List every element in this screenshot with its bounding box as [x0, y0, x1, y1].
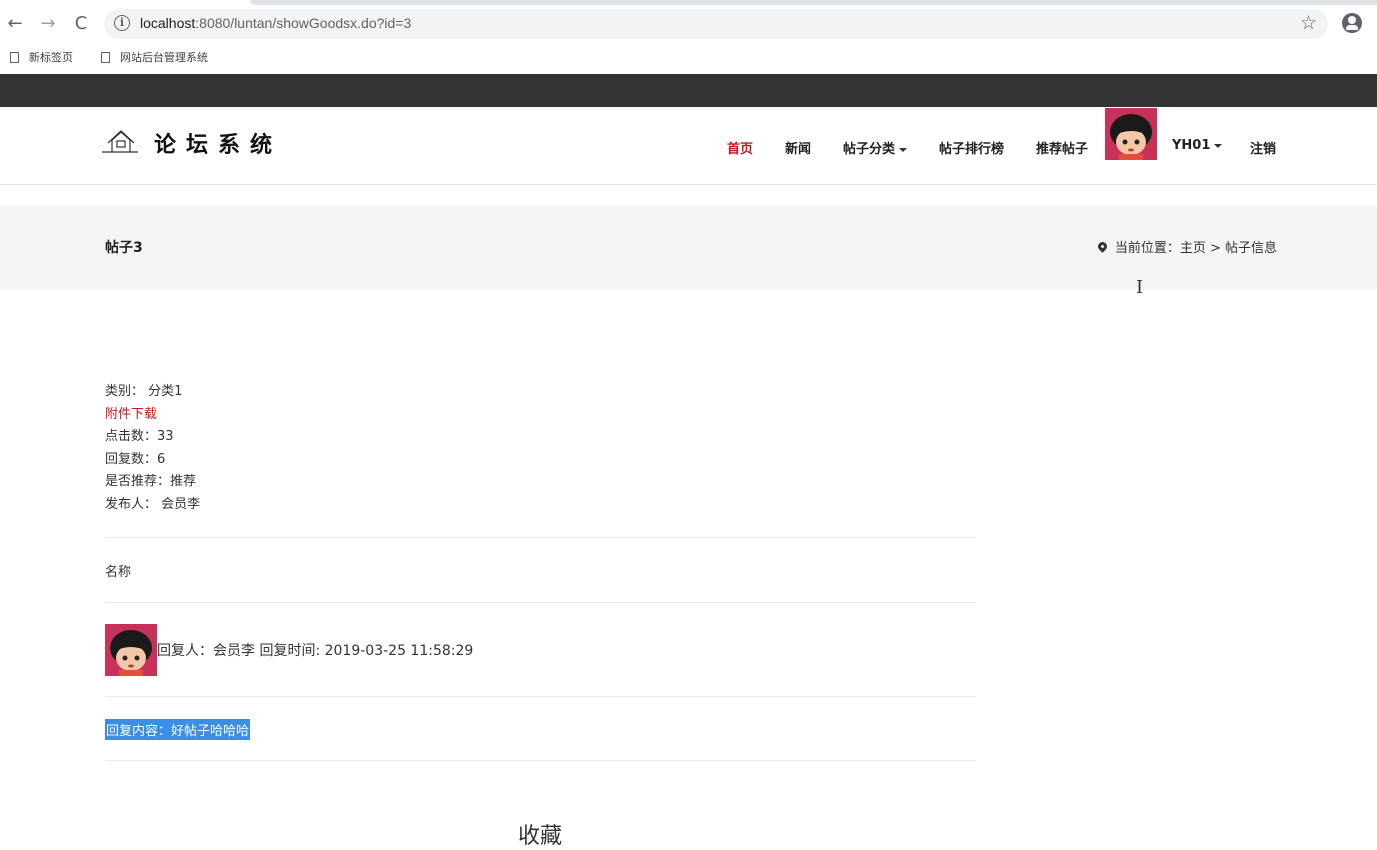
house-icon	[102, 130, 138, 153]
breadcrumb-text[interactable]: 当前位置：主页 > 帖子信息	[1115, 237, 1277, 256]
post-recommended: 是否推荐：推荐	[105, 474, 197, 489]
bookmark-label: 网站后台管理系统	[120, 51, 208, 64]
divider	[105, 537, 976, 538]
nav-categories-label: 帖子分类	[843, 142, 896, 157]
nav-news[interactable]: 新闻	[785, 138, 811, 157]
tab-strip	[250, 0, 1377, 5]
text-cursor-icon: I	[1136, 277, 1144, 298]
browser-chrome: ← → C i localhost:8080/luntan/showGoodsx…	[0, 0, 1377, 74]
username: YH01	[1172, 138, 1211, 153]
account-icon[interactable]	[1342, 13, 1362, 33]
user-avatar[interactable]	[1105, 108, 1157, 160]
page-title-bar: 帖子3 当前位置：主页 > 帖子信息	[0, 205, 1377, 290]
logo-text: 论坛系统	[154, 132, 283, 158]
bookmark-admin[interactable]: 网站后台管理系统	[101, 49, 208, 65]
post-author: 发布人： 会员李	[105, 496, 201, 512]
attachment-download-link[interactable]: 附件下载	[105, 404, 200, 427]
reply-header: 回复人：会员李 回复时间: 2019-03-25 11:58:29	[105, 624, 473, 676]
back-arrow-icon[interactable]: ←	[3, 12, 27, 36]
post-category: 类别： 分类1	[105, 384, 183, 399]
caret-down-icon	[1214, 143, 1223, 148]
site-header: 论坛系统 首页 新闻 帖子分类 帖子排行榜 推荐帖子 YH01 注销	[0, 107, 1377, 185]
url-text[interactable]: localhost:8080/luntan/showGoodsx.do?id=3	[140, 15, 411, 31]
favorite-button[interactable]: 收藏	[518, 818, 562, 850]
nav-categories[interactable]: 帖子分类	[843, 138, 908, 157]
page-title: 帖子3	[105, 240, 143, 256]
info-icon[interactable]: i	[114, 15, 130, 31]
breadcrumb: 当前位置：主页 > 帖子信息	[1095, 237, 1277, 256]
top-bar	[0, 74, 1377, 107]
divider	[105, 760, 976, 761]
nav-ranking[interactable]: 帖子排行榜	[939, 138, 1004, 157]
reply-content: 回复内容：好帖子哈哈哈	[105, 719, 251, 740]
replier-avatar	[105, 624, 157, 676]
caret-down-icon	[899, 147, 908, 152]
forward-arrow-icon[interactable]: →	[36, 12, 60, 36]
site-logo[interactable]: 论坛系统	[100, 127, 282, 159]
page-icon	[101, 51, 110, 63]
divider	[105, 602, 976, 603]
map-pin-icon	[1095, 240, 1109, 253]
bookmarks-bar: 新标签页 网站后台管理系统	[0, 46, 1377, 68]
page-icon	[10, 51, 19, 63]
bookmark-star-icon[interactable]: ☆	[1300, 12, 1317, 34]
bookmark-label: 新标签页	[29, 51, 73, 64]
divider	[105, 696, 976, 697]
nav-logout[interactable]: 注销	[1250, 138, 1276, 157]
url-path: :8080/luntan/showGoodsx.do?id=3	[195, 15, 412, 31]
reload-icon[interactable]: C	[69, 12, 93, 36]
nav-user-menu[interactable]: YH01	[1172, 138, 1223, 153]
post-clicks: 点击数：33	[105, 429, 174, 444]
post-name-label: 名称	[105, 565, 132, 580]
post-meta: 类别： 分类1 附件下载 点击数：33 回复数：6 是否推荐：推荐 发布人： 会…	[105, 381, 200, 516]
url-host: localhost	[140, 15, 196, 31]
address-bar[interactable]: i localhost:8080/luntan/showGoodsx.do?id…	[104, 9, 1328, 39]
post-replies: 回复数：6	[105, 451, 166, 467]
nav-home[interactable]: 首页	[727, 138, 753, 157]
reply-meta: 回复人：会员李 回复时间: 2019-03-25 11:58:29	[157, 643, 474, 659]
bookmark-new-tab[interactable]: 新标签页	[10, 49, 73, 65]
nav-recommended[interactable]: 推荐帖子	[1036, 138, 1088, 157]
